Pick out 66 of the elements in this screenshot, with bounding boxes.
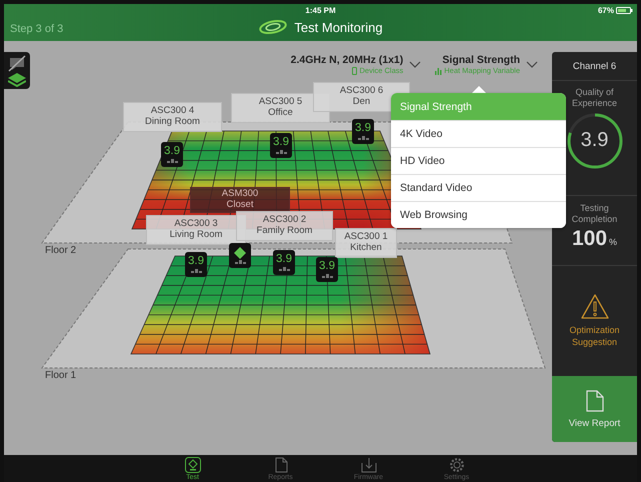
signal-reading: 3.9 <box>355 123 371 135</box>
signal-dots-icon <box>276 150 286 154</box>
battery-icon <box>616 7 633 14</box>
test-device-icon <box>184 457 200 473</box>
completion-label: Testing Completion <box>570 203 618 225</box>
menu-item[interactable]: Web Browsing <box>391 201 566 228</box>
room-name: Dining Room <box>145 117 200 128</box>
qoe-score: 3.9 <box>580 128 610 152</box>
completion-value: 100 <box>572 226 608 250</box>
phone-icon <box>352 66 358 74</box>
room-name: Family Room <box>256 226 312 237</box>
dropdown-pointer-icon <box>472 86 486 93</box>
menu-item[interactable]: 4K Video <box>391 120 566 147</box>
device-name: ASM300 <box>222 189 258 200</box>
status-time: 1:45 PM <box>305 6 336 15</box>
floor-label: Floor 2 <box>45 245 76 256</box>
room-name: Kitchen <box>350 243 382 254</box>
signal-reading: 3.9 <box>164 146 180 158</box>
percent-unit: % <box>609 236 618 247</box>
menu-item[interactable]: Standard Video <box>391 174 566 201</box>
room-name: Den <box>352 97 370 108</box>
room-name: Living Room <box>170 230 222 241</box>
device-badge[interactable]: 3.9 <box>270 133 292 158</box>
device-name: ASC300 6 <box>340 86 384 97</box>
device-badge[interactable]: 3.9 <box>273 250 295 275</box>
bar-chart-icon <box>435 66 442 74</box>
signal-dots-icon <box>166 158 178 163</box>
device-name: ASC300 5 <box>258 97 302 108</box>
device-badge[interactable]: 3.9 <box>352 119 374 144</box>
layers-icon[interactable] <box>8 72 26 86</box>
menu-item[interactable]: HD Video <box>391 147 566 174</box>
device-name: ASC300 1 <box>344 232 388 243</box>
document-icon <box>272 457 288 473</box>
floor-label: Floor 1 <box>45 370 76 381</box>
device-badge[interactable]: 3.9 <box>161 142 183 167</box>
chevron-down-icon <box>526 61 538 68</box>
signal-reading: 3.9 <box>188 256 204 268</box>
battery-percent: 67% <box>598 6 614 15</box>
screen-title: Test Monitoring <box>294 20 383 34</box>
signal-dots-icon <box>190 268 202 273</box>
room-name: Office <box>268 108 293 119</box>
chevron-down-icon <box>409 61 422 68</box>
room-name: Closet <box>226 200 254 211</box>
device-name: ASC300 4 <box>150 106 194 117</box>
document-icon <box>586 390 604 412</box>
device-badge[interactable]: 3.9 <box>185 252 207 277</box>
device-name: ASC300 2 <box>262 215 306 226</box>
device-name: ASC300 3 <box>174 219 218 230</box>
warning-icon <box>580 294 608 320</box>
settings-icon <box>448 457 464 473</box>
signal-reading: 3.9 <box>319 261 335 273</box>
channel-label: Channel 6 <box>572 60 616 72</box>
signal-dots-icon <box>358 136 368 140</box>
download-icon <box>360 457 376 473</box>
chat-slash-icon[interactable] <box>8 54 26 72</box>
signal-dots-icon <box>322 274 332 278</box>
swirl-logo-icon <box>258 19 288 35</box>
qoe-label: Quality of Experience <box>570 87 618 109</box>
signal-reading: 3.9 <box>276 254 292 266</box>
device-badge[interactable] <box>229 243 251 268</box>
signal-dots-icon <box>234 260 246 264</box>
device-badge[interactable]: 3.9 <box>316 257 338 282</box>
step-indicator: Step 3 of 3 <box>10 23 64 35</box>
diamond-icon <box>234 247 246 259</box>
signal-reading: 3.9 <box>273 137 289 149</box>
signal-dots-icon <box>278 266 290 271</box>
